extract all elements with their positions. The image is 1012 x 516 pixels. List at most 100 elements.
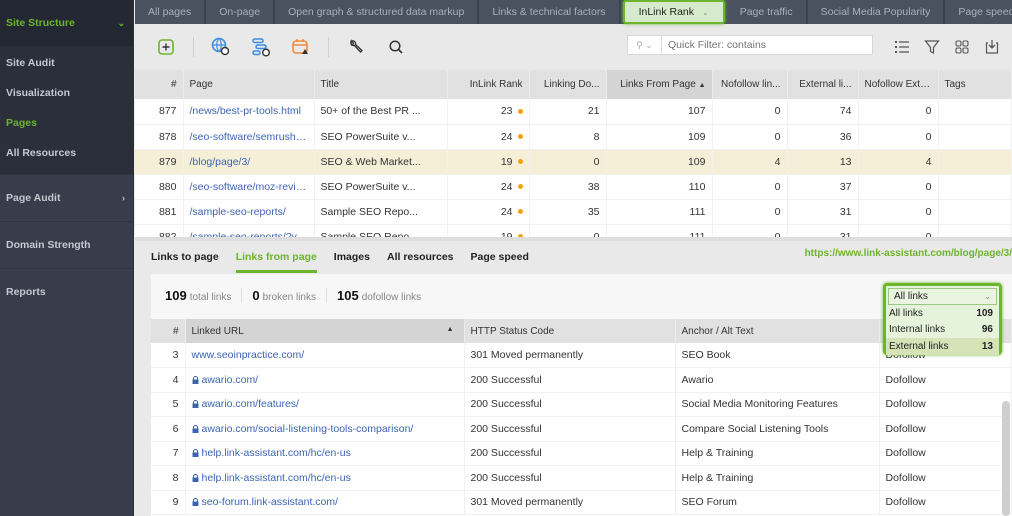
sidebar-item-all-resources[interactable]: All Resources [0,138,133,168]
cell-value: 200 Successful [470,398,542,411]
cell-linked-url[interactable]: help.link-assistant.com/hc/en-us [185,441,465,466]
column-header-linking-domains[interactable]: Linking Do... [529,70,607,99]
sidebar-submenu: Site Audit Visualization Pages All Resou… [0,46,133,174]
cell-num: 8 [151,465,186,491]
sidebar-group-domain-strength: Domain Strength [0,222,133,269]
table-row[interactable]: 6 awario.com/social-listening-tools-compa… [151,416,1012,442]
export-button[interactable] [982,36,1002,58]
column-header-title[interactable]: Title [314,70,448,99]
column-header-nofollow-links[interactable]: Nofollow lin... [712,70,788,99]
cell-value: Dofollow [885,398,926,411]
cell-linked-url[interactable]: awario.com/features/ [185,392,465,417]
cell-linked-url[interactable]: awario.com/social-listening-tools-compar… [185,416,465,442]
sidebar-item-site-audit[interactable]: Site Audit [0,48,133,78]
chevron-down-icon[interactable]: ⌄ [702,8,709,17]
tab-social-media[interactable]: Social Media Popularity [808,0,946,24]
table-row[interactable]: 878/seo-software/semrush-revie... SEO Pow… [135,124,1012,150]
column-header-external-links[interactable]: External li... [787,70,859,99]
table-row[interactable]: 880/seo-software/moz-review.... SEO Power… [135,174,1012,200]
cell-page[interactable]: /seo-software/semrush-revie... [183,124,315,150]
add-button[interactable] [155,36,177,58]
stat-value: 109 [165,287,187,303]
tab-inlink-rank[interactable]: InLink Rank ⌄ [622,0,725,24]
lock-icon [192,496,202,508]
column-header-num[interactable]: # [151,319,186,343]
columns-button[interactable] [892,36,912,58]
column-header-anchor[interactable]: Anchor / Alt Text [675,319,880,343]
tab-page-speed-details[interactable]: Page speed [471,241,529,273]
cell-external: 13 [787,149,859,175]
table-row[interactable]: 7 help.link-assistant.com/hc/en-us 200 Suc… [151,441,1012,466]
filter-button[interactable] [922,36,942,58]
cell-page[interactable]: /seo-software/moz-review.... [183,174,315,200]
tab-open-graph[interactable]: Open graph & structured data markup [275,0,480,24]
cell-value: 0 [593,155,600,168]
sidebar-item-pages[interactable]: Pages [0,108,133,138]
sidebar-item-page-audit[interactable]: Page Audit › [0,175,133,221]
table-row[interactable]: 4 awario.com/200 Successful Awario Dofollow [151,367,1012,393]
cell-title: SEO PowerSuite v... [314,174,448,200]
tab-page-traffic[interactable]: Page traffic [727,0,808,24]
column-header-inlink-rank[interactable]: InLink Rank [447,70,530,99]
table-row[interactable]: 8 help.link-assistant.com/hc/en-us 200 Suc… [151,465,1012,491]
tab-links-to-page[interactable]: Links to page [151,241,219,273]
sidebar-group-reports: Reports [0,269,133,315]
table-row[interactable]: 881/sample-seo-reports/Sample SEO Repo..… [135,199,1012,225]
table-row[interactable]: 879/blog/page/3/SEO & Web Market... 19 0 10… [135,149,1012,175]
column-header-links-from-page[interactable]: Links From Page ▲ [606,70,713,99]
column-header-page[interactable]: Page [183,70,315,99]
option-label: Internal links [889,324,946,336]
dropdown-option-external-links[interactable]: External links 13 [886,338,999,355]
tab-on-page[interactable]: On-page [206,0,276,24]
cell-page[interactable]: /blog/page/3/ [183,149,315,175]
link-type-select[interactable]: All links ⌄ [888,288,997,305]
search-button[interactable] [385,36,407,58]
rebuild-project-button[interactable] [210,36,232,58]
cell-anchor: Compare Social Listening Tools [675,416,880,442]
tab-links-technical[interactable]: Links & technical factors [479,0,621,24]
table-row[interactable]: 5 awario.com/features/200 Successful Socia… [151,392,1012,417]
rank-dot-icon [517,134,523,140]
cell-page[interactable]: /news/best-pr-tools.html [183,99,315,125]
table-row[interactable]: 877/news/best-pr-tools.html 50+ of the Be… [135,99,1012,125]
cell-links-from: 109 [606,149,713,175]
cell-linked-url[interactable]: www.seoinpractice.com/ [185,343,465,368]
sidebar-item-visualization[interactable]: Visualization [0,78,133,108]
tab-links-from-page[interactable]: Links from page [235,241,317,273]
quick-filter-input[interactable] [662,39,872,51]
grid-view-button[interactable] [952,36,972,58]
tab-page-speed[interactable]: Page speed [945,0,1012,24]
column-header-num[interactable]: # [135,70,184,99]
preferences-button[interactable] [345,36,367,58]
cell-value: seo-forum.link-assistant.com/ [201,496,339,509]
dropdown-option-internal-links[interactable]: Internal links 96 [886,322,999,339]
column-header-nofollow-external[interactable]: Nofollow Exte... [858,70,939,99]
schedule-button[interactable] [290,36,312,58]
cell-title: Sample SEO Repo... [314,199,448,225]
table-row[interactable]: 882/sample-seo-reports/?view=s...Sample … [135,224,1012,237]
cell-linking: 0 [529,149,607,175]
column-header-http-status[interactable]: HTTP Status Code [464,319,676,343]
cell-linked-url[interactable]: help.link-assistant.com/hc/en-us [185,465,465,491]
cell-linked-url[interactable]: seo-forum.link-assistant.com/ [185,490,465,515]
column-header-linked-url[interactable]: Linked URL ▲ [185,319,465,343]
vertical-scrollbar[interactable] [1002,401,1010,516]
cell-page[interactable]: /sample-seo-reports/ [183,199,315,225]
column-header-tags[interactable]: Tags [938,70,1012,99]
cell-linked-url[interactable]: awario.com/ [185,367,465,393]
filter-search-dropdown[interactable]: ⚲ ⌄ [628,36,662,54]
cell-page[interactable]: /sample-seo-reports/?view=s... [183,224,315,237]
tab-images[interactable]: Images [334,241,370,273]
update-factors-button[interactable] [250,36,272,58]
dropdown-option-all-links[interactable]: All links 109 [886,305,999,322]
tab-all-pages[interactable]: All pages [135,0,207,24]
table-row[interactable]: 9 seo-forum.link-assistant.com/301 Moved … [151,490,1012,515]
main-area: All pages On-page Open graph & structure… [135,0,1012,516]
tab-all-resources[interactable]: All resources [387,241,454,273]
sidebar-item-reports[interactable]: Reports [0,269,133,315]
page-url-link[interactable]: https://www.link-assistant.com/blog/page… [805,241,1012,265]
cell-nofollow: 0 [712,99,788,125]
cell-value: 107 [687,105,706,118]
sidebar-item-domain-strength[interactable]: Domain Strength [0,222,133,268]
sidebar-item-site-structure[interactable]: Site Structure ⌄ [0,0,133,46]
